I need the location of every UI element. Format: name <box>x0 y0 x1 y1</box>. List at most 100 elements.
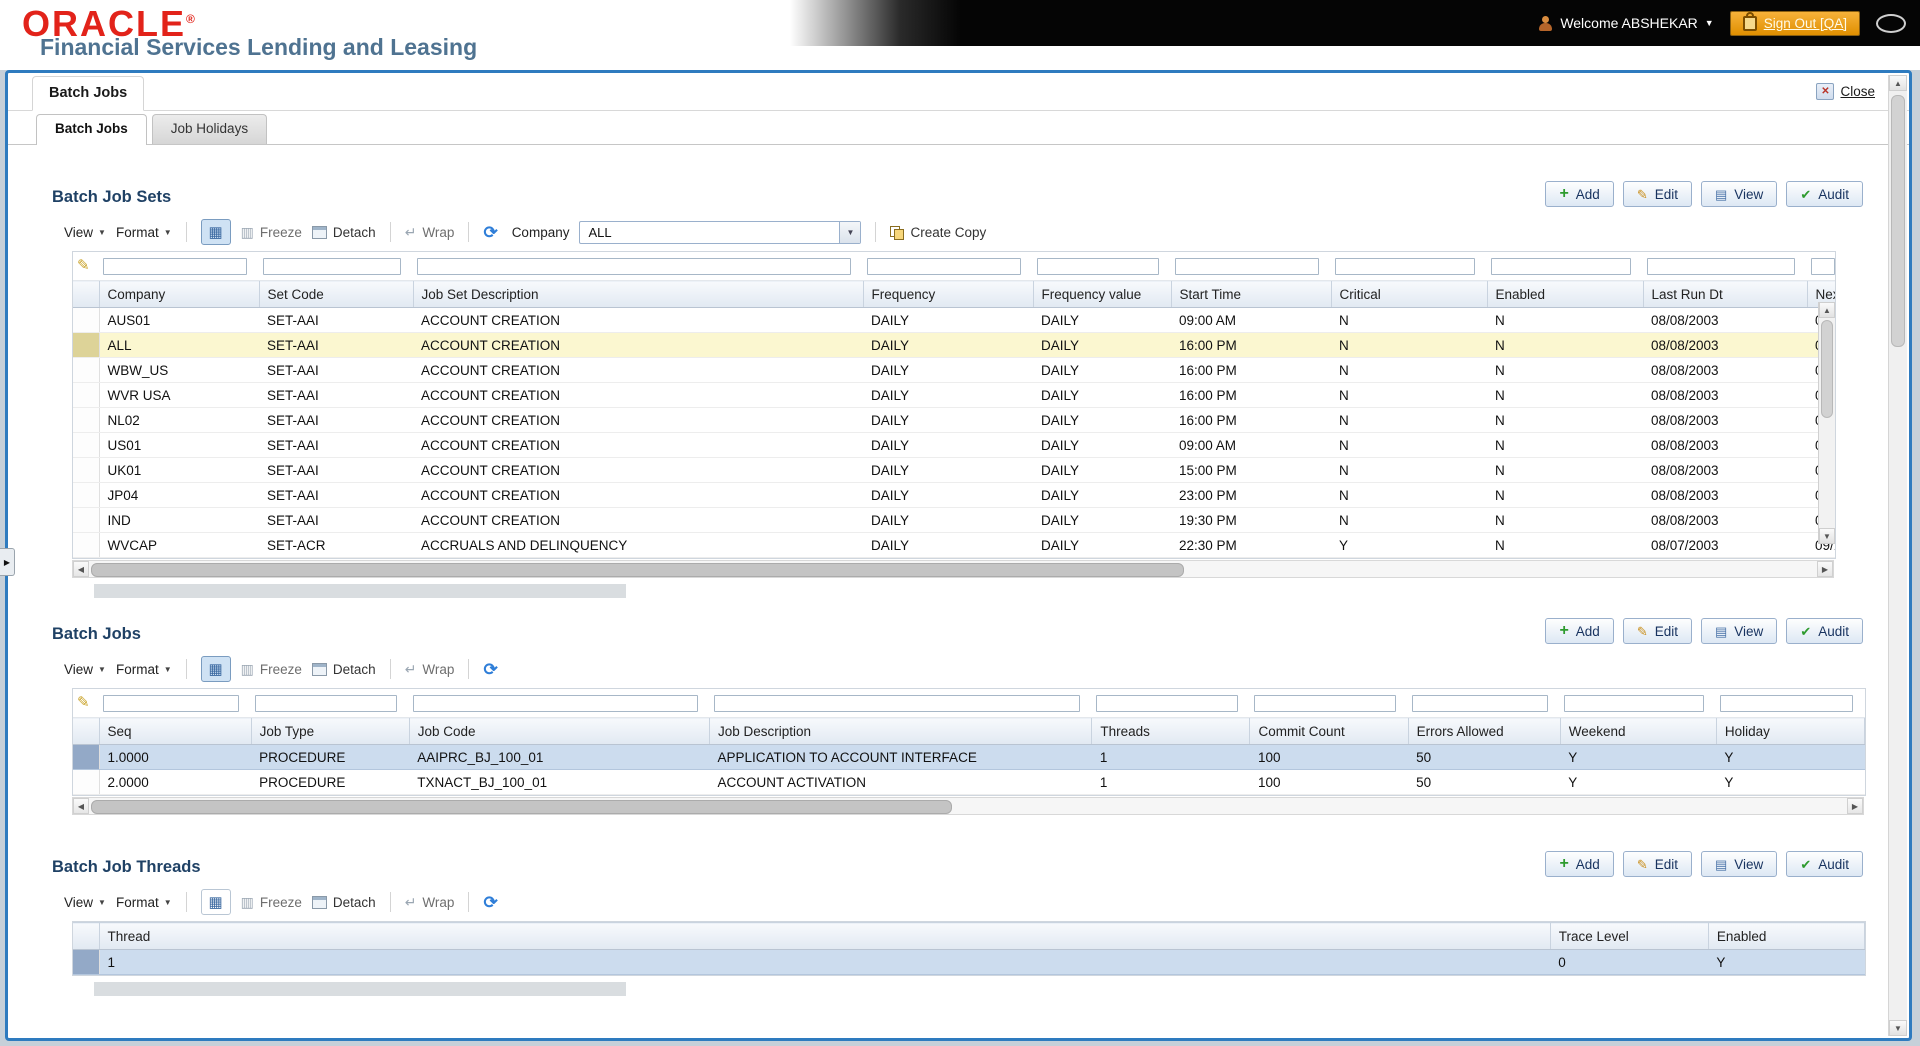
table-cell[interactable]: 08/08/2003 <box>1643 407 1807 433</box>
table-cell[interactable]: SET-AAI <box>259 382 413 408</box>
table-cell[interactable]: 1.0000 <box>99 744 252 770</box>
table-cell[interactable]: DAILY <box>1033 432 1171 458</box>
column-header[interactable]: Job Code <box>409 717 711 745</box>
table-cell[interactable]: AUS01 <box>99 307 259 333</box>
column-header[interactable]: Set Code <box>259 280 414 308</box>
column-header[interactable]: Job Set Description <box>413 280 864 308</box>
table-cell[interactable]: 16:00 PM <box>1171 357 1331 383</box>
column-header[interactable]: Job Type <box>251 717 410 745</box>
table-cell[interactable]: DAILY <box>863 332 1033 358</box>
job-sets-horizontal-scrollbar[interactable]: ◀ ▶ <box>72 560 1834 578</box>
add-button[interactable]: + Add <box>1545 851 1614 877</box>
table-cell[interactable]: DAILY <box>1033 357 1171 383</box>
table-cell[interactable]: 1 <box>99 949 1551 975</box>
table-cell[interactable]: 09:00 AM <box>1171 307 1331 333</box>
table-row[interactable]: US01 SET-AAI ACCOUNT CREATION DAILY DAILY 09:… <box>73 432 1835 458</box>
table-cell[interactable]: ACCRUALS AND DELINQUENCY <box>413 532 863 558</box>
panel-expand-handle[interactable]: ▶ <box>0 548 15 576</box>
table-cell[interactable]: 1 <box>1091 769 1250 795</box>
table-cell[interactable]: ALL <box>99 332 259 358</box>
filter-input[interactable] <box>413 694 698 712</box>
view-menu[interactable]: View ▼ <box>64 225 106 240</box>
table-cell[interactable]: SET-AAI <box>259 357 413 383</box>
column-header[interactable]: Frequency value <box>1033 280 1172 308</box>
table-cell[interactable]: 08/08/2003 <box>1643 382 1807 408</box>
table-cell[interactable]: DAILY <box>1033 382 1171 408</box>
table-cell[interactable]: PROCEDURE <box>251 744 410 770</box>
audit-button[interactable]: ✔ Audit <box>1786 181 1863 207</box>
row-selector[interactable] <box>73 457 100 483</box>
scrollbar-thumb[interactable] <box>1821 320 1833 418</box>
column-header[interactable]: Last Run Dt <box>1643 280 1808 308</box>
scroll-down-icon[interactable]: ▼ <box>1889 1020 1907 1036</box>
row-selector[interactable] <box>73 482 100 508</box>
filter-input[interactable] <box>1564 694 1705 712</box>
table-cell[interactable]: 50 <box>1408 769 1561 795</box>
table-cell[interactable]: ACCOUNT CREATION <box>413 482 863 508</box>
filter-input[interactable] <box>1647 257 1795 275</box>
table-cell[interactable]: SET-AAI <box>259 407 413 433</box>
view-button[interactable]: ▤ View <box>1700 851 1778 877</box>
table-cell[interactable]: 09:00 AM <box>1171 432 1331 458</box>
table-cell[interactable]: N <box>1487 457 1643 483</box>
table-cell[interactable]: N <box>1487 532 1643 558</box>
scroll-left-icon[interactable]: ◀ <box>73 798 89 814</box>
filter-input[interactable] <box>1095 694 1238 712</box>
column-header[interactable]: Holiday <box>1716 717 1865 745</box>
table-cell[interactable]: Y <box>1560 769 1717 795</box>
table-cell[interactable]: 16:00 PM <box>1171 407 1331 433</box>
scrollbar-thumb[interactable] <box>1891 95 1905 347</box>
table-cell[interactable]: 22:30 PM <box>1171 532 1331 558</box>
table-cell[interactable]: AAIPRC_BJ_100_01 <box>409 744 710 770</box>
filter-input[interactable] <box>1253 694 1397 712</box>
table-cell[interactable]: 16:00 PM <box>1171 382 1331 408</box>
row-selector[interactable] <box>73 382 100 408</box>
column-header[interactable]: Trace Level <box>1550 922 1709 950</box>
column-header[interactable]: Frequency <box>863 280 1034 308</box>
table-cell[interactable]: JP04 <box>99 482 259 508</box>
table-cell[interactable]: ACCOUNT ACTIVATION <box>709 769 1092 795</box>
table-cell[interactable]: 08/08/2003 <box>1643 482 1807 508</box>
table-cell[interactable]: ACCOUNT CREATION <box>413 407 863 433</box>
filter-input[interactable] <box>1412 694 1549 712</box>
table-cell[interactable]: 100 <box>1249 744 1409 770</box>
table-row[interactable]: ALL SET-AAI ACCOUNT CREATION DAILY DAILY 16:0… <box>73 332 1835 358</box>
edit-button[interactable]: ✎ Edit <box>1622 181 1692 207</box>
scrollbar-thumb[interactable] <box>91 563 1185 577</box>
create-copy-button[interactable]: Create Copy <box>890 225 986 240</box>
wrap-button[interactable]: ↵ Wrap <box>405 662 455 677</box>
scrollbar-thumb[interactable] <box>91 800 953 814</box>
table-row[interactable]: 10Y <box>73 949 1865 975</box>
audit-button[interactable]: ✔ Audit <box>1786 851 1863 877</box>
window-tab-batch-jobs[interactable]: Batch Jobs <box>32 76 145 111</box>
refresh-icon[interactable]: ⟳ <box>483 224 497 241</box>
table-cell[interactable]: DAILY <box>1033 457 1171 483</box>
table-cell[interactable]: N <box>1487 432 1643 458</box>
table-row[interactable]: 1.0000 PROCEDURE AAIPRC_BJ_100_01 APPLICATI… <box>73 744 1865 770</box>
filter-input[interactable] <box>103 257 247 275</box>
company-select[interactable]: ALL ▼ <box>579 220 862 244</box>
table-cell[interactable]: N <box>1331 382 1487 408</box>
filter-input[interactable] <box>1491 257 1631 275</box>
table-cell[interactable]: 08/08/2003 <box>1643 432 1807 458</box>
column-header[interactable]: Commit Count <box>1249 717 1409 745</box>
table-cell[interactable]: ACCOUNT CREATION <box>413 432 863 458</box>
row-selector[interactable] <box>73 769 100 795</box>
scroll-right-icon[interactable]: ▶ <box>1847 798 1863 814</box>
row-selector[interactable] <box>73 532 100 558</box>
table-cell[interactable]: 0 <box>1550 949 1709 975</box>
table-cell[interactable]: WBW_US <box>99 357 259 383</box>
row-selector[interactable] <box>73 744 100 770</box>
column-header[interactable]: Weekend <box>1560 717 1717 745</box>
table-cell[interactable]: N <box>1487 332 1643 358</box>
table-cell[interactable]: TXNACT_BJ_100_01 <box>409 769 710 795</box>
row-selector[interactable] <box>73 357 100 383</box>
scroll-down-icon[interactable]: ▼ <box>1819 528 1835 544</box>
table-cell[interactable]: 08/08/2003 <box>1643 357 1807 383</box>
table-cell[interactable]: N <box>1487 382 1643 408</box>
format-menu[interactable]: Format ▼ <box>116 662 172 677</box>
table-row[interactable]: AUS01 SET-AAI ACCOUNT CREATION DAILY DAILY 09… <box>73 307 1835 333</box>
filter-input[interactable] <box>103 694 240 712</box>
scroll-left-icon[interactable]: ◀ <box>73 561 89 577</box>
sign-out-button[interactable]: Sign Out [QA] <box>1729 10 1860 36</box>
